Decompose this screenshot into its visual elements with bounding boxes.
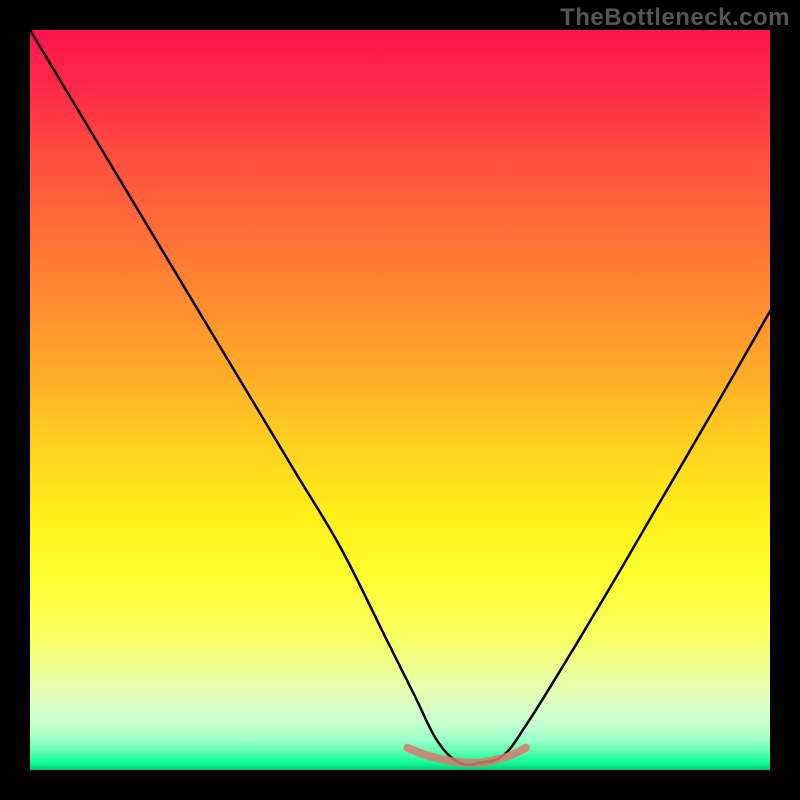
watermark-label: TheBottleneck.com [560, 4, 790, 32]
plot-area [30, 30, 770, 770]
chart-svg [30, 30, 770, 770]
chart-frame: TheBottleneck.com [0, 0, 800, 800]
bottleneck-curve-path [30, 30, 770, 765]
